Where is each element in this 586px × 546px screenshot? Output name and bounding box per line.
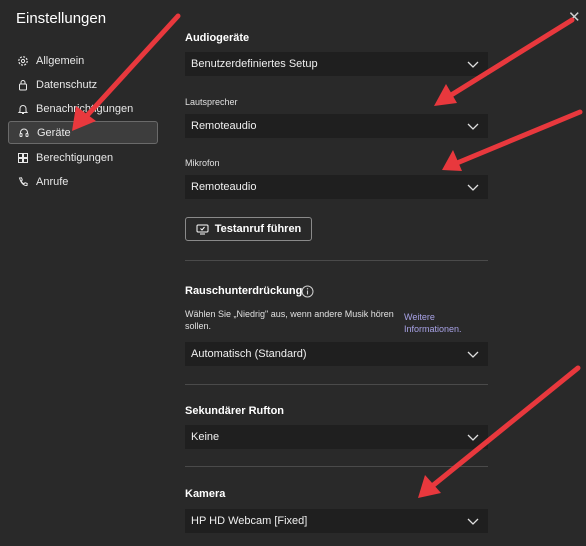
lock-icon [16,78,30,92]
sidebar-item-label: Anrufe [36,175,69,188]
chevron-down-icon [467,351,479,358]
sidebar-item-benachrichtigungen[interactable]: Benachrichtigungen [8,97,158,120]
secondary-ringtone-title: Sekundärer Rufton [185,405,285,417]
noise-suppression-dropdown[interactable]: Automatisch (Standard) [185,342,488,366]
camera-title: Kamera [185,488,226,500]
annotation-arrowhead [442,150,462,171]
dropdown-value: Automatisch (Standard) [191,348,307,360]
test-call-label: Testanruf führen [214,223,302,235]
microphone-dropdown[interactable]: Remoteaudio [185,175,488,199]
chevron-down-icon [467,123,479,130]
chevron-down-icon [467,61,479,68]
sidebar-item-anrufe[interactable]: Anrufe [8,170,158,193]
phone-icon [16,175,30,189]
sidebar-item-label: Datenschutz [36,78,98,91]
close-icon[interactable]: ✕ [568,10,581,25]
page-title: Einstellungen [16,10,107,27]
noise-description: Wählen Sie „Niedrig" aus, wenn andere Mu… [185,309,394,331]
section-divider [185,260,488,261]
sidebar-item-label: Berechtigungen [36,151,114,164]
sidebar-item-label: Benachrichtigungen [36,102,134,115]
dropdown-value: HP HD Webcam [Fixed] [191,515,308,527]
speaker-dropdown[interactable]: Remoteaudio [185,114,488,138]
more-info-link[interactable]: Weitere Informationen. [404,311,484,335]
sidebar-item-allgemein[interactable]: Allgemein [8,49,158,72]
annotation-arrowhead [418,475,441,498]
camera-dropdown[interactable]: HP HD Webcam [Fixed] [185,509,488,533]
noise-suppression-title: Rauschunterdrückung [185,285,303,297]
sidebar-item-geraete[interactable]: Geräte [8,121,158,144]
dropdown-value: Keine [191,431,220,443]
sidebar-item-datenschutz[interactable]: Datenschutz [8,73,158,96]
chevron-down-icon [467,434,479,441]
test-call-icon [196,224,209,234]
test-call-button[interactable]: Testanruf führen [185,217,312,241]
headset-icon [17,126,31,140]
microphone-label: Mikrofon [185,158,220,168]
dropdown-value: Benutzerdefiniertes Setup [191,58,318,70]
gear-icon [16,54,30,68]
dropdown-value: Remoteaudio [191,120,257,132]
grid-icon [16,151,30,165]
annotation-arrowhead [434,84,457,106]
chevron-down-icon [467,184,479,191]
chevron-down-icon [467,518,479,525]
info-icon[interactable] [301,285,314,298]
sidebar-item-label: Geräte [37,126,71,139]
section-divider [185,466,488,467]
sidebar-item-label: Allgemein [36,54,85,67]
secondary-ringtone-dropdown[interactable]: Keine [185,425,488,449]
sidebar-item-berechtigungen[interactable]: Berechtigungen [8,146,158,169]
audio-setup-dropdown[interactable]: Benutzerdefiniertes Setup [185,52,488,76]
speaker-label: Lautsprecher [185,97,238,107]
audio-devices-title: Audiogeräte [185,32,250,44]
section-divider [185,384,488,385]
dropdown-value: Remoteaudio [191,181,257,193]
bell-icon [16,102,30,116]
